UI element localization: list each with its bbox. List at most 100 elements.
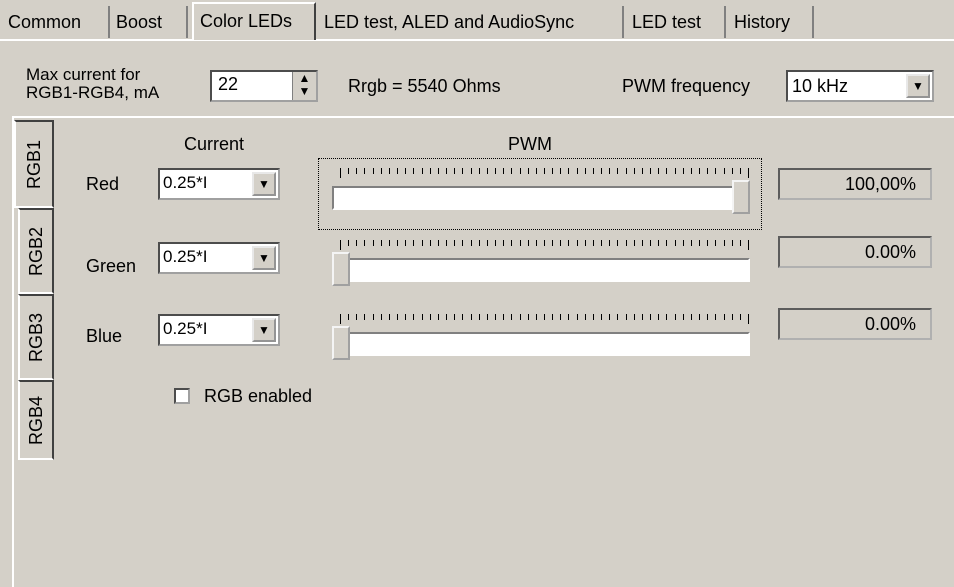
pwm-tick [650,168,651,174]
pwm-tick [520,168,521,174]
pwm-tick [593,314,594,320]
current-select-green[interactable]: 0.25*I ▼ [158,242,280,274]
pwm-tick [585,240,586,246]
tab-strip-border [0,39,954,41]
pwm-tick [413,314,414,320]
pwm-tick [699,168,700,174]
pwm-tick [552,168,553,174]
pwm-tick [650,314,651,320]
pwm-tick [348,314,349,320]
pwm-tick [356,314,357,320]
side-tab-rgb4[interactable]: RGB4 [18,380,54,460]
pwm-tick [348,168,349,174]
pwm-tick [413,168,414,174]
pwm-tick [454,240,455,246]
pwm-tick [389,168,390,174]
pwm-tick [438,314,439,320]
pwm-tick [724,168,725,174]
tab-boost[interactable]: Boost [110,6,188,38]
pwm-slider-red[interactable] [332,186,750,210]
pwm-tick [528,168,529,174]
side-tab-rgb3[interactable]: RGB3 [18,294,54,380]
pwm-slider-green[interactable] [332,258,750,282]
pwm-tick [642,314,643,320]
pwm-tick [658,314,659,320]
pwm-tick [617,240,618,246]
dropdown-arrow-icon[interactable]: ▼ [906,74,930,98]
pwm-tick [683,314,684,320]
pwm-tick [634,240,635,246]
side-tab-rgb2[interactable]: RGB2 [18,208,54,294]
pwm-slider-thumb-blue[interactable] [332,326,350,360]
pwm-tick [552,314,553,320]
pwm-tick [642,240,643,246]
pwm-tick [430,240,431,246]
pwm-tick [381,240,382,246]
pwm-tick [577,168,578,174]
pwm-tick [405,168,406,174]
pwm-tick [495,168,496,174]
dropdown-arrow-icon[interactable]: ▼ [252,318,276,342]
pwm-column-heading: PWM [508,134,552,154]
pwm-tick [438,168,439,174]
pwm-tick [373,314,374,320]
tab-common[interactable]: Common [2,6,110,38]
pwm-tick [691,314,692,320]
pwm-tick [430,168,431,174]
pwm-tick [495,240,496,246]
pwm-tick [691,168,692,174]
pwm-tick [715,168,716,174]
tab-color-leds[interactable]: Color LEDs [192,2,316,40]
pwm-tick [699,240,700,246]
dropdown-arrow-icon[interactable]: ▼ [252,172,276,196]
pwm-tick [658,168,659,174]
pwm-tick [593,168,594,174]
pwm-tick [405,240,406,246]
current-value-blue: 0.25*I [163,319,208,338]
pwm-tick [560,168,561,174]
pwm-tick [520,314,521,320]
pwm-tick [454,168,455,174]
pwm-slider-thumb-green[interactable] [332,252,350,286]
dropdown-arrow-icon[interactable]: ▼ [252,246,276,270]
pwm-value-green: 0.00% [778,236,932,268]
pwm-tick [675,240,676,246]
pwm-tick [666,314,667,320]
pwm-tick [642,168,643,174]
pwm-tick [617,314,618,320]
pwm-tick [585,168,586,174]
pwm-slider-blue[interactable] [332,332,750,356]
tab-led-test[interactable]: LED test [626,6,726,38]
rgb-enabled-label[interactable]: RGB enabled [204,386,312,407]
pwm-tick [446,240,447,246]
row-label-green: Green [86,256,137,276]
pwm-tick [544,240,545,246]
pwm-tick [675,314,676,320]
pwm-tick [373,168,374,174]
spin-updown-icon[interactable]: ▲ ▼ [292,72,316,100]
max-current-spinbox[interactable]: 22 ▲ ▼ [210,70,318,102]
pwm-tick [650,240,651,246]
tab-history[interactable]: History [728,6,814,38]
pwm-tick [707,240,708,246]
pwm-frequency-select[interactable]: 10 kHz ▼ [786,70,934,102]
pwm-tick [422,314,423,320]
current-select-red[interactable]: 0.25*I ▼ [158,168,280,200]
side-tab-rgb1[interactable]: RGB1 [14,120,54,208]
tab-led-test-aled-audiosync[interactable]: LED test, ALED and AudioSync [318,6,624,38]
pwm-tick [740,240,741,246]
max-current-label-line2: RGB1-RGB4, mA [26,83,160,102]
pwm-tick [707,314,708,320]
pwm-tick [503,240,504,246]
max-current-value: 22 [218,74,239,94]
current-select-blue[interactable]: 0.25*I ▼ [158,314,280,346]
pwm-tick [601,168,602,174]
pwm-tick [348,240,349,246]
rgb-enabled-checkbox[interactable] [174,388,190,404]
pwm-tick [397,168,398,174]
pwm-tick [479,240,480,246]
pwm-slider-thumb-red[interactable] [732,180,750,214]
pwm-tick [340,168,341,178]
pwm-tick [511,168,512,174]
pwm-tick [683,168,684,174]
